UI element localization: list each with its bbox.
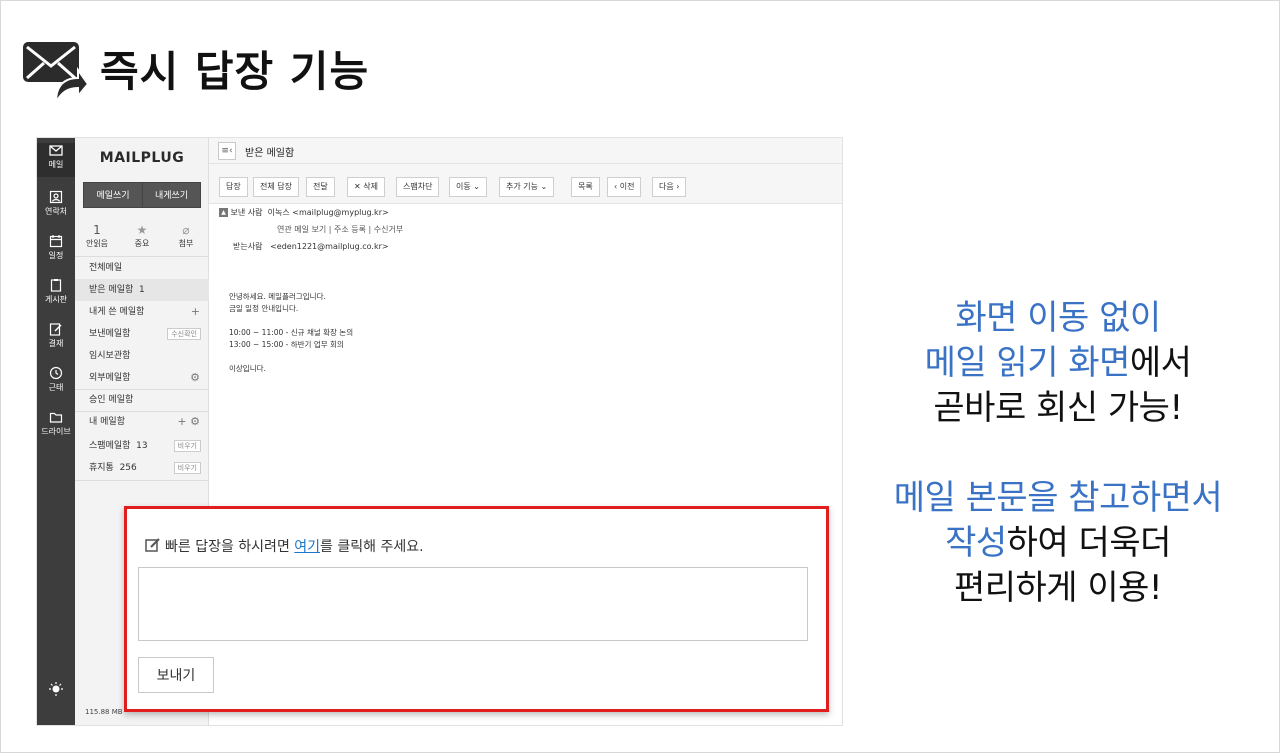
rail-label: 게시판: [44, 295, 68, 304]
contacts-icon: [49, 190, 63, 204]
paperclip-icon: ⌀: [182, 223, 190, 237]
board-icon: [50, 279, 62, 292]
star-icon: ★: [136, 223, 148, 237]
empty-trash-button[interactable]: 비우기: [173, 462, 201, 474]
mail-toolbar: 답장 전체 답장 전달 ✕ 삭제 스팸차단 이동 ⌄ 추가 기능 ⌄ 목록 ‹ …: [209, 164, 842, 204]
copy-line: 작성하여 더욱더: [945, 523, 1171, 563]
folder-drafts[interactable]: 임시보관함: [75, 345, 209, 367]
body-line: 13:00 ~ 15:00 - 하반기 업무 회의: [229, 340, 344, 349]
folder-spam[interactable]: 스팸메일함 13 비우기: [75, 435, 209, 457]
send-button[interactable]: 보내기: [138, 657, 214, 693]
app-rail: 메일 연락처 일정 게시판 결재 근태 드라이브: [37, 138, 75, 725]
sidebar-toggle-icon[interactable]: ≡‹: [218, 142, 236, 160]
rail-approval[interactable]: 결재: [37, 322, 75, 349]
quick-reply-input[interactable]: [138, 567, 808, 641]
starred-filter[interactable]: ★ 중요: [124, 222, 160, 249]
sender-row: ▲ 보낸 사람 이녹스 <mailplug@myplug.kr>: [219, 207, 389, 218]
unread-count[interactable]: 1 안읽음: [79, 222, 115, 249]
folder-external[interactable]: 외부메일함 ⚙: [75, 367, 209, 389]
rail-label: 결재: [48, 339, 64, 348]
read-receipt-button[interactable]: 수신확인: [167, 328, 201, 340]
rail-contacts[interactable]: 연락처: [37, 190, 75, 217]
rail-attendance[interactable]: 근태: [37, 366, 75, 393]
copy-line: 화면 이동 없이: [955, 298, 1161, 338]
mail-reply-icon: [22, 40, 90, 106]
rail-label: 근태: [48, 383, 64, 392]
calendar-icon: [49, 235, 63, 248]
write-mail-button[interactable]: 메일쓰기: [83, 182, 143, 208]
copy-line: 곧바로 회신 가능!: [933, 388, 1183, 428]
gear-icon[interactable]: ⚙: [190, 367, 200, 389]
delete-button[interactable]: ✕ 삭제: [347, 177, 385, 197]
forward-button[interactable]: 전달: [306, 177, 335, 197]
sender-address[interactable]: 이녹스 <mailplug@myplug.kr>: [268, 208, 389, 217]
add-icon[interactable]: +: [191, 301, 200, 323]
lightbulb-icon: [49, 682, 63, 696]
rail-tips[interactable]: [37, 681, 75, 699]
rail-mail[interactable]: 메일: [37, 143, 75, 177]
list-button[interactable]: 목록: [571, 177, 600, 197]
empty-spam-button[interactable]: 비우기: [173, 440, 201, 452]
body-line: 안녕하세요. 메일플러그입니다.: [229, 292, 326, 301]
rail-calendar[interactable]: 일정: [37, 234, 75, 261]
rail-label: 메일: [48, 160, 64, 169]
spam-block-button[interactable]: 스팸차단: [396, 177, 440, 197]
copy-line: 편리하게 이용!: [953, 568, 1163, 608]
reply-all-button[interactable]: 전체 답장: [253, 177, 299, 197]
folder-my-mailboxes[interactable]: 내 메일함 + ⚙: [75, 411, 209, 433]
copy-line: 메일 본문을 참고하면서: [893, 478, 1223, 518]
app-logo: MAILPLUG: [99, 150, 185, 166]
reply-button[interactable]: 답장: [219, 177, 248, 197]
folder-all-mail[interactable]: 전체메일: [75, 257, 209, 279]
mailbox-title: 받은 메일함: [245, 148, 295, 159]
edit-icon: [145, 538, 160, 552]
rail-drive[interactable]: 드라이브: [37, 410, 75, 437]
rail-label: 일정: [48, 251, 64, 260]
storage-usage: 115.88 MB: [85, 708, 123, 716]
add-gear-icons[interactable]: + ⚙: [177, 411, 200, 433]
rail-board[interactable]: 게시판: [37, 278, 75, 305]
sender-label: 보낸 사람: [230, 208, 263, 217]
move-dropdown[interactable]: 이동 ⌄: [449, 177, 487, 197]
rail-label: 연락처: [44, 207, 68, 216]
recipient-address: <eden1221@mailplug.co.kr>: [270, 242, 389, 251]
collapse-icon[interactable]: ▲: [219, 208, 228, 217]
rail-label: 드라이브: [41, 427, 71, 436]
copy-line: 메일 읽기 화면에서: [924, 343, 1192, 383]
sender-links[interactable]: 연관 메일 보기 | 주소 등록 | 수신거부: [277, 224, 403, 235]
page-title: 즉시 답장 기능: [100, 47, 370, 96]
folder-inbox[interactable]: 받은 메일함 1: [75, 279, 209, 301]
body-line: 금일 일정 안내입니다.: [229, 304, 299, 313]
feature-description: 화면 이동 없이 메일 읽기 화면에서 곧바로 회신 가능! 메일 본문을 참고…: [858, 296, 1258, 611]
clock-icon: [49, 366, 63, 380]
recipient-row: 받는사람 <eden1221@mailplug.co.kr>: [233, 241, 389, 252]
quick-reply-link[interactable]: 여기: [294, 539, 320, 555]
folder-sent[interactable]: 보낸메일함 수신확인: [75, 323, 209, 345]
folder-approval[interactable]: 승인 메일함: [75, 389, 209, 411]
quick-reply-label: 빠른 답장을 하시려면 여기를 클릭해 주세요.: [145, 536, 424, 556]
recipient-label: 받는사람: [233, 242, 263, 251]
folder-sent-to-self[interactable]: 내게 쓴 메일함 +: [75, 301, 209, 323]
write-to-self-button[interactable]: 내게쓰기: [142, 182, 201, 208]
folder-icon: [49, 412, 63, 423]
approval-icon: [49, 323, 62, 336]
body-line: 이상입니다.: [229, 364, 266, 373]
previous-button[interactable]: ‹ 이전: [607, 177, 642, 197]
next-button[interactable]: 다음 ›: [652, 177, 687, 197]
mailbox-header: ≡‹ 받은 메일함: [209, 138, 842, 164]
more-actions-dropdown[interactable]: 추가 기능 ⌄: [499, 177, 555, 197]
mail-icon: [49, 145, 63, 156]
body-line: 10:00 ~ 11:00 - 신규 채널 확장 논의: [229, 328, 354, 337]
quick-reply-highlight: 빠른 답장을 하시려면 여기를 클릭해 주세요. 보내기: [124, 506, 829, 712]
folder-trash[interactable]: 휴지통 256 비우기: [75, 457, 209, 479]
attachment-filter[interactable]: ⌀ 첨부: [168, 222, 204, 249]
